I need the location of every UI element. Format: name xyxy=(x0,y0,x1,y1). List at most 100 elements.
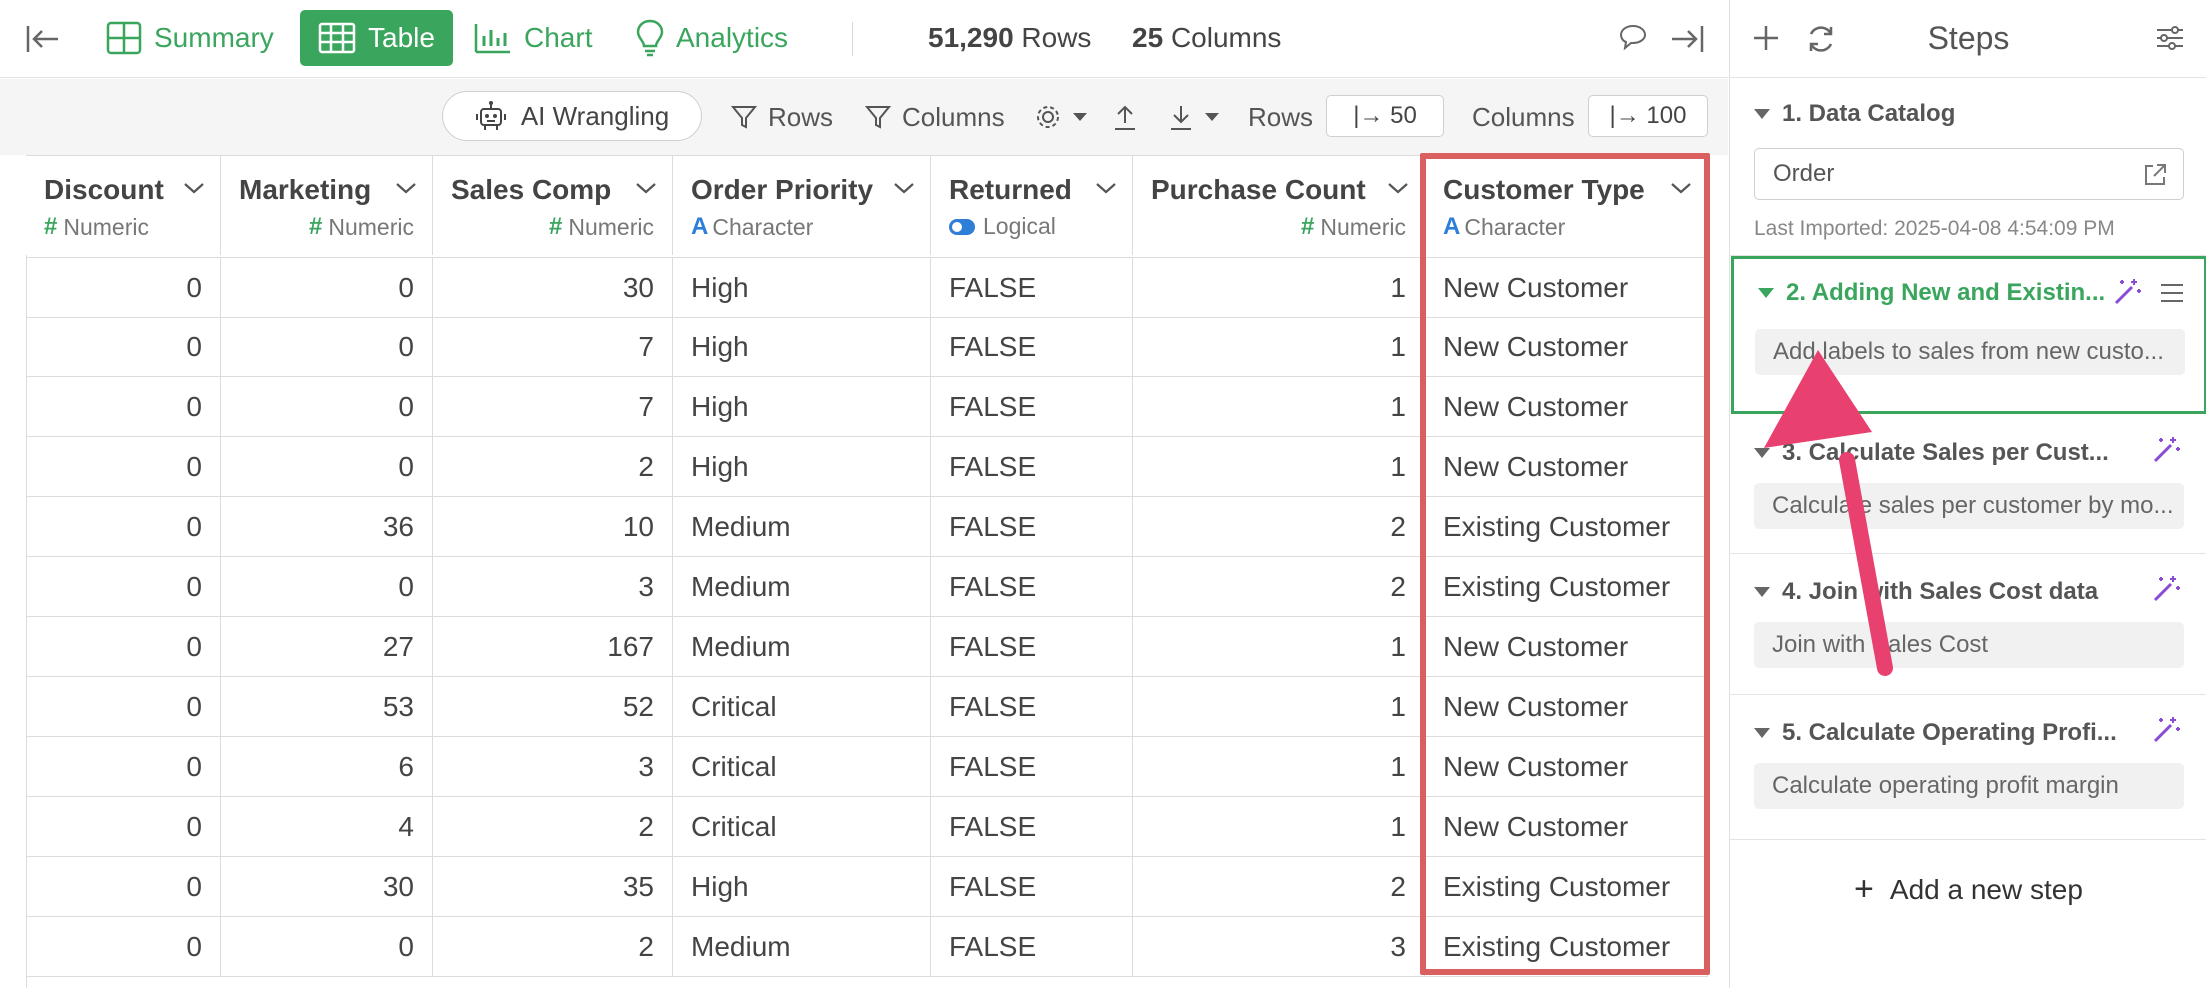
step-description[interactable]: Calculate operating profit margin xyxy=(1754,763,2184,809)
table-cell[interactable]: FALSE xyxy=(931,737,1133,797)
table-cell[interactable]: Medium xyxy=(673,917,931,977)
tab-chart[interactable]: Chart xyxy=(474,10,592,66)
step-5[interactable]: 5. Calculate Operating Profi... Calculate… xyxy=(1730,695,2206,840)
collapse-triangle-icon[interactable] xyxy=(1758,288,1774,298)
column-header-sales-comp[interactable]: Sales Comp # Numeric xyxy=(433,155,673,255)
collapse-left-icon[interactable] xyxy=(24,20,62,58)
table-cell[interactable]: FALSE xyxy=(931,557,1133,617)
table-cell[interactable]: Critical xyxy=(673,797,931,857)
table-cell[interactable]: 2 xyxy=(433,437,673,497)
table-cell[interactable]: 6 xyxy=(221,737,433,797)
table-cell[interactable]: FALSE xyxy=(931,437,1133,497)
table-cell[interactable]: 30 xyxy=(433,258,673,318)
table-cell[interactable]: 36 xyxy=(221,497,433,557)
chevron-down-icon[interactable] xyxy=(182,180,206,196)
table-cell[interactable]: 52 xyxy=(433,677,673,737)
settings-menu-button[interactable] xyxy=(1034,99,1098,135)
table-cell[interactable]: Existing Customer xyxy=(1425,557,1708,617)
rows-limit-input[interactable]: |→ 50 xyxy=(1326,95,1444,137)
download-menu-button[interactable] xyxy=(1168,99,1230,135)
table-cell[interactable]: 1 xyxy=(1133,317,1425,377)
chevron-down-icon[interactable] xyxy=(634,180,658,196)
table-cell[interactable]: 1 xyxy=(1133,437,1425,497)
table-cell[interactable]: 3 xyxy=(1133,917,1425,977)
tab-table[interactable]: Table xyxy=(300,10,453,66)
table-cell[interactable]: New Customer xyxy=(1425,317,1708,377)
chevron-down-icon[interactable] xyxy=(892,180,916,196)
step-title[interactable]: 1. Data Catalog xyxy=(1754,100,1955,128)
table-cell[interactable]: 1 xyxy=(1133,377,1425,437)
table-cell[interactable]: 2 xyxy=(1133,857,1425,917)
table-cell[interactable]: FALSE xyxy=(931,258,1133,318)
table-cell[interactable]: New Customer xyxy=(1425,797,1708,857)
table-cell[interactable]: New Customer xyxy=(1425,258,1708,318)
table-cell[interactable]: 35 xyxy=(433,857,673,917)
table-cell[interactable]: Medium xyxy=(673,617,931,677)
table-cell[interactable]: 1 xyxy=(1133,737,1425,797)
table-cell[interactable]: FALSE xyxy=(931,797,1133,857)
step-title[interactable]: 5. Calculate Operating Profi... xyxy=(1754,719,2117,747)
column-header-purchase-count[interactable]: Purchase Count # Numeric xyxy=(1133,155,1425,255)
step-2[interactable]: 2. Adding New and Existin... Add labels t… xyxy=(1731,256,2206,414)
table-cell[interactable]: 0 xyxy=(221,917,433,977)
table-cell[interactable]: 4 xyxy=(221,797,433,857)
table-cell[interactable]: 30 xyxy=(221,857,433,917)
external-link-icon[interactable] xyxy=(2141,161,2169,189)
collapse-triangle-icon[interactable] xyxy=(1754,109,1770,119)
step-3[interactable]: 3. Calculate Sales per Cust... Calculate … xyxy=(1730,415,2206,554)
rows-filter-button[interactable]: Rows xyxy=(730,99,833,135)
table-cell[interactable]: 0 xyxy=(26,557,221,617)
chevron-down-icon[interactable] xyxy=(1094,180,1118,196)
magic-wand-icon[interactable] xyxy=(2151,435,2181,465)
table-cell[interactable]: FALSE xyxy=(931,617,1133,677)
magic-wand-icon[interactable] xyxy=(2112,277,2142,307)
step-title[interactable]: 2. Adding New and Existin... xyxy=(1758,279,2105,307)
table-cell[interactable]: 1 xyxy=(1133,797,1425,857)
step-description[interactable]: Join with Sales Cost xyxy=(1754,622,2184,668)
table-cell[interactable]: 0 xyxy=(26,437,221,497)
table-cell[interactable]: FALSE xyxy=(931,857,1133,917)
chevron-down-icon[interactable] xyxy=(394,180,418,196)
table-cell[interactable]: 7 xyxy=(433,377,673,437)
add-new-step-button[interactable]: + Add a new step xyxy=(1730,870,2206,909)
table-cell[interactable]: 0 xyxy=(221,317,433,377)
ai-wrangling-button[interactable]: AI Wrangling xyxy=(442,91,702,141)
table-cell[interactable]: 0 xyxy=(221,377,433,437)
column-header-marketing[interactable]: Marketing # Numeric xyxy=(221,155,433,255)
table-cell[interactable]: 27 xyxy=(221,617,433,677)
table-cell[interactable]: 3 xyxy=(433,737,673,797)
table-cell[interactable]: New Customer xyxy=(1425,437,1708,497)
table-cell[interactable]: 10 xyxy=(433,497,673,557)
table-cell[interactable]: High xyxy=(673,377,931,437)
table-cell[interactable]: 0 xyxy=(26,617,221,677)
table-cell[interactable]: New Customer xyxy=(1425,377,1708,437)
table-cell[interactable]: 0 xyxy=(26,797,221,857)
step-title[interactable]: 4. Join with Sales Cost data xyxy=(1754,578,2098,606)
collapse-triangle-icon[interactable] xyxy=(1754,448,1770,458)
catalog-source-field[interactable]: Order xyxy=(1754,148,2184,200)
table-cell[interactable]: High xyxy=(673,317,931,377)
table-cell[interactable]: FALSE xyxy=(931,497,1133,557)
chevron-down-icon[interactable] xyxy=(1669,180,1693,196)
table-cell[interactable]: Medium xyxy=(673,557,931,617)
step-description[interactable]: Add labels to sales from new custo... xyxy=(1755,329,2185,375)
table-cell[interactable]: Existing Customer xyxy=(1425,497,1708,557)
column-header-returned[interactable]: Returned Logical xyxy=(931,155,1133,255)
tab-summary[interactable]: Summary xyxy=(106,10,274,66)
table-cell[interactable]: 0 xyxy=(26,917,221,977)
table-cell[interactable]: Medium xyxy=(673,497,931,557)
table-cell[interactable]: FALSE xyxy=(931,317,1133,377)
columns-filter-button[interactable]: Columns xyxy=(864,99,1005,135)
table-cell[interactable]: New Customer xyxy=(1425,737,1708,797)
table-cell[interactable]: 7 xyxy=(433,317,673,377)
table-cell[interactable]: 0 xyxy=(26,737,221,797)
collapse-triangle-icon[interactable] xyxy=(1754,587,1770,597)
chevron-down-icon[interactable] xyxy=(1386,180,1410,196)
table-cell[interactable]: Existing Customer xyxy=(1425,917,1708,977)
table-cell[interactable]: 2 xyxy=(433,917,673,977)
magic-wand-icon[interactable] xyxy=(2151,715,2181,745)
column-header-discount[interactable]: Discount # Numeric xyxy=(26,155,221,255)
table-cell[interactable]: 0 xyxy=(221,557,433,617)
step-4[interactable]: 4. Join with Sales Cost data Join with Sa… xyxy=(1730,554,2206,695)
table-cell[interactable]: 1 xyxy=(1133,677,1425,737)
